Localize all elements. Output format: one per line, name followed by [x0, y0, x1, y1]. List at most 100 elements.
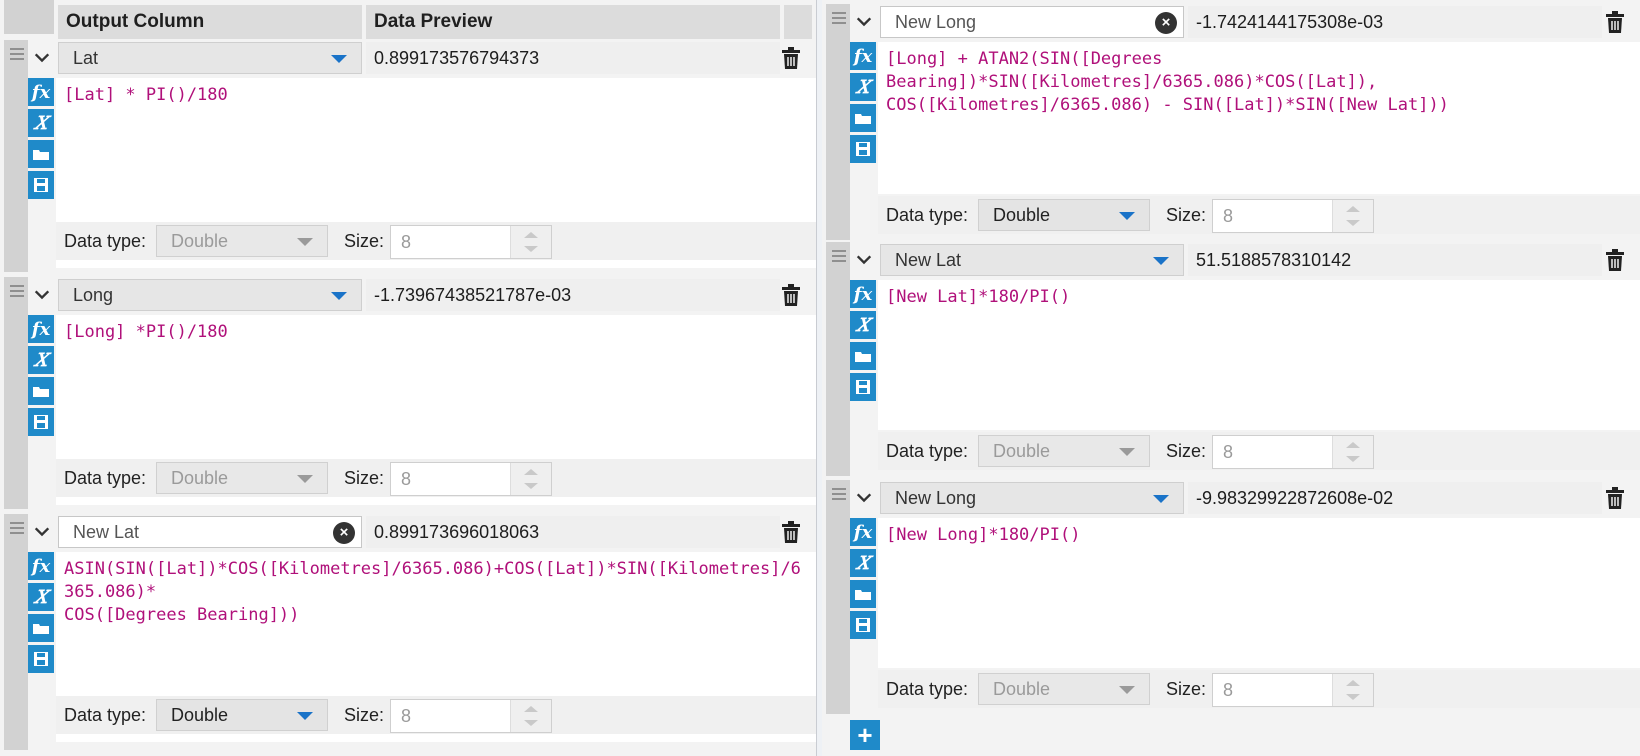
save-icon[interactable] [28, 645, 54, 673]
size-spinner[interactable] [510, 226, 551, 258]
formula-editor[interactable]: [New Lat]*180/PI() [878, 280, 1640, 430]
size-input[interactable]: 8 [1212, 199, 1374, 233]
clear-icon[interactable]: × [333, 522, 355, 544]
chevron-down-icon[interactable] [852, 242, 876, 276]
add-icon[interactable]: + [850, 720, 880, 750]
clear-icon[interactable]: × [1155, 12, 1177, 34]
size-input[interactable]: 8 [390, 462, 552, 496]
dropdown-arrow-icon [331, 292, 347, 300]
row-gutter[interactable] [826, 480, 850, 714]
chevron-down-icon[interactable] [852, 4, 876, 38]
size-spinner[interactable] [1332, 436, 1373, 468]
grip-icon[interactable] [832, 488, 846, 490]
grip-line [10, 290, 24, 292]
open-icon[interactable] [850, 580, 876, 608]
formula-text: [Long] + ATAN2(SIN([Degrees Bearing])*SI… [886, 49, 1449, 115]
size-input[interactable]: 8 [390, 225, 552, 259]
fx-icon[interactable]: fx [28, 78, 54, 106]
chevron-down-icon[interactable] [852, 480, 876, 514]
data-type-select[interactable]: Double [978, 673, 1150, 705]
size-spinner[interactable] [1332, 200, 1373, 232]
grip-icon[interactable] [10, 522, 24, 524]
open-icon[interactable] [28, 377, 54, 405]
formula-row-lat: Lat 0.899173576794373 fx 𝑋 [Lat] * PI()/… [0, 40, 816, 272]
row-gutter[interactable] [4, 277, 28, 509]
size-input[interactable]: 8 [1212, 435, 1374, 469]
size-input[interactable]: 8 [1212, 673, 1374, 707]
output-column-select[interactable]: New Long [880, 482, 1184, 514]
variable-icon[interactable]: 𝑋 [850, 549, 876, 577]
variable-icon[interactable]: 𝑋 [850, 311, 876, 339]
trash-icon[interactable] [780, 283, 802, 307]
data-type-select[interactable]: Double [156, 462, 328, 494]
output-column-value: New Long [895, 12, 977, 32]
output-column-select[interactable]: New Lat [880, 244, 1184, 276]
grip-icon[interactable] [832, 250, 846, 252]
fx-icon[interactable]: fx [850, 280, 876, 308]
formula-tools: fx 𝑋 [850, 42, 876, 166]
save-icon[interactable] [850, 135, 876, 163]
chevron-down-icon[interactable] [30, 277, 54, 311]
trash-icon[interactable] [780, 520, 802, 544]
chevron-down-icon[interactable] [30, 40, 54, 74]
chevron-down-icon[interactable] [30, 514, 54, 548]
data-type-row: Data type: Double Size: 8 [878, 670, 1640, 708]
variable-icon[interactable]: 𝑋 [28, 109, 54, 137]
variable-icon[interactable]: 𝑋 [28, 346, 54, 374]
output-column-select[interactable]: Long [58, 279, 362, 311]
trash-icon[interactable] [1604, 486, 1626, 510]
output-column-input[interactable]: New Lat × [58, 516, 362, 548]
size-input[interactable]: 8 [390, 699, 552, 733]
data-type-select[interactable]: Double [978, 435, 1150, 467]
trash-icon[interactable] [780, 46, 802, 70]
open-icon[interactable] [850, 104, 876, 132]
save-icon[interactable] [28, 171, 54, 199]
output-column-select[interactable]: Lat [58, 42, 362, 74]
grip-line [832, 260, 846, 262]
fx-icon[interactable]: fx [28, 552, 54, 580]
grip-icon[interactable] [10, 285, 24, 287]
fx-icon[interactable]: fx [850, 518, 876, 546]
grip-icon[interactable] [832, 12, 846, 14]
output-column-input[interactable]: New Long × [880, 6, 1184, 38]
data-type-value: Double [171, 468, 229, 488]
variable-icon[interactable]: 𝑋 [28, 583, 54, 611]
size-value: 8 [401, 232, 412, 252]
data-type-select[interactable]: Double [978, 199, 1150, 231]
header-spacer [784, 5, 812, 39]
open-icon[interactable] [28, 614, 54, 642]
formula-tools: fx 𝑋 [28, 552, 54, 676]
row-gutter[interactable] [826, 4, 850, 240]
size-value: 8 [1223, 680, 1234, 700]
size-spinner[interactable] [1332, 674, 1373, 706]
data-type-select[interactable]: Double [156, 225, 328, 257]
dropdown-arrow-icon [1153, 257, 1169, 265]
trash-icon[interactable] [1604, 248, 1626, 272]
size-value: 8 [1223, 442, 1234, 462]
data-type-row: Data type: Double Size: 8 [878, 432, 1640, 470]
output-column-header: Output Column [58, 5, 362, 39]
grip-line [832, 498, 846, 500]
size-spinner[interactable] [510, 463, 551, 495]
save-icon[interactable] [850, 373, 876, 401]
row-gutter[interactable] [4, 40, 28, 272]
fx-icon[interactable]: fx [28, 315, 54, 343]
data-type-select[interactable]: Double [156, 699, 328, 731]
grip-icon[interactable] [10, 48, 24, 50]
save-icon[interactable] [28, 408, 54, 436]
formula-editor[interactable]: [New Long]*180/PI() [878, 518, 1640, 668]
row-gutter[interactable] [826, 242, 850, 476]
data-preview-value: 0.899173576794373 [366, 42, 780, 74]
trash-icon[interactable] [1604, 10, 1626, 34]
fx-icon[interactable]: fx [850, 42, 876, 70]
row-gutter[interactable] [4, 514, 28, 750]
size-spinner[interactable] [510, 700, 551, 732]
variable-icon[interactable]: 𝑋 [850, 73, 876, 101]
dropdown-arrow-icon [1119, 212, 1135, 220]
save-icon[interactable] [850, 611, 876, 639]
formula-editor[interactable]: [Long] + ATAN2(SIN([Degrees Bearing])*SI… [878, 42, 1640, 194]
formula-row-new-long-deg: New Long -9.98329922872608e-02 fx 𝑋 [New… [822, 480, 1640, 714]
data-type-label: Data type: [64, 468, 147, 488]
open-icon[interactable] [28, 140, 54, 168]
open-icon[interactable] [850, 342, 876, 370]
